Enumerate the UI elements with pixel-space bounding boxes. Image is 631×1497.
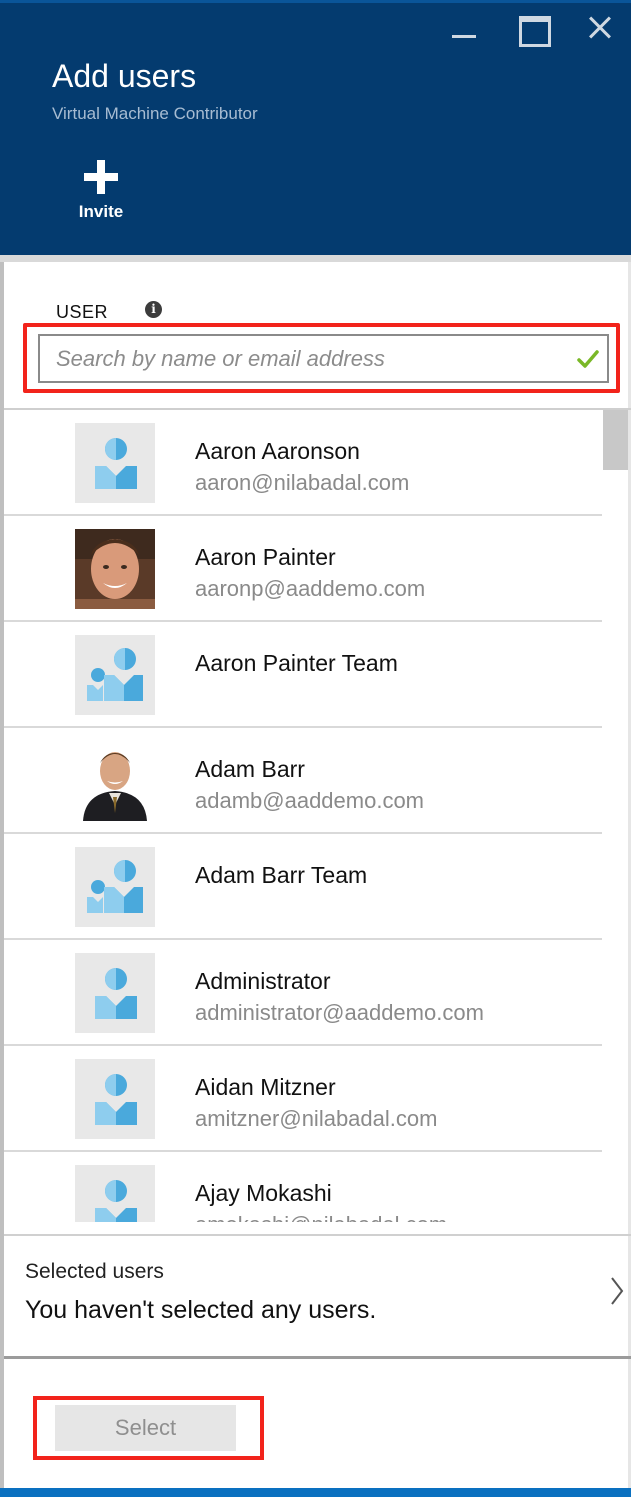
user-email: aaron@nilabadal.com	[195, 470, 410, 495]
person-icon	[75, 1059, 155, 1139]
blade-subtitle: Virtual Machine Contributor	[52, 104, 258, 123]
blade-header: Add users Virtual Machine Contributor In…	[0, 0, 631, 262]
user-name: Aidan Mitzner	[195, 1074, 336, 1100]
selected-users-title: Selected users	[25, 1260, 164, 1283]
header-top-line	[0, 0, 631, 3]
person-icon	[75, 1165, 155, 1222]
list-scrollbar[interactable]	[603, 410, 628, 470]
header-divider	[0, 255, 631, 262]
user-list[interactable]: Aaron Aaronson aaron@nilabadal.com Aaron…	[4, 410, 628, 1222]
footer-divider	[4, 1356, 631, 1359]
user-field-label: USER	[56, 302, 109, 322]
group-icon	[75, 847, 155, 927]
user-email: aaronp@aaddemo.com	[195, 576, 426, 601]
invite-label: Invite	[78, 202, 124, 221]
person-icon	[75, 423, 155, 503]
user-email: amitzner@nilabadal.com	[195, 1106, 438, 1131]
list-item[interactable]: Aaron Painter aaronp@aaddemo.com	[4, 516, 602, 622]
selected-users-section[interactable]: Selected users You haven't selected any …	[4, 1236, 628, 1356]
user-email: administrator@aaddemo.com	[195, 1000, 484, 1025]
user-name: Adam Barr	[195, 756, 305, 782]
group-icon	[75, 635, 155, 715]
maximize-icon[interactable]	[513, 12, 553, 47]
footer-bar	[0, 1488, 631, 1497]
list-item[interactable]: Ajay Mokashi amokashi@nilabadal.com	[4, 1152, 602, 1222]
user-name: Aaron Painter	[195, 544, 336, 570]
user-photo	[75, 529, 155, 609]
search-highlight	[23, 323, 620, 393]
list-item[interactable]: Adam Barr adamb@aaddemo.com	[4, 728, 602, 834]
blade-title: Add users	[52, 58, 197, 94]
user-email: adamb@aaddemo.com	[195, 788, 425, 813]
chevron-right-icon	[611, 1277, 624, 1305]
list-item[interactable]: Aidan Mitzner amitzner@nilabadal.com	[4, 1046, 602, 1152]
list-item[interactable]: Aaron Aaronson aaron@nilabadal.com	[4, 410, 602, 516]
plus-icon	[84, 160, 118, 194]
list-item[interactable]: Aaron Painter Team	[4, 622, 602, 728]
search-box	[38, 334, 609, 383]
select-button[interactable]: Select	[55, 1405, 236, 1451]
list-item[interactable]: Adam Barr Team	[4, 834, 602, 940]
user-name: Ajay Mokashi	[195, 1180, 332, 1206]
user-name: Aaron Aaronson	[195, 438, 360, 464]
minimize-icon[interactable]	[444, 12, 484, 44]
info-icon[interactable]: i	[145, 301, 162, 318]
user-photo	[75, 741, 155, 821]
user-name: Aaron Painter Team	[195, 650, 398, 676]
search-input[interactable]	[40, 336, 607, 381]
list-item[interactable]: Administrator administrator@aaddemo.com	[4, 940, 602, 1046]
user-name: Administrator	[195, 968, 331, 994]
user-name: Adam Barr Team	[195, 862, 368, 888]
user-email: amokashi@nilabadal.com	[195, 1212, 447, 1222]
person-icon	[75, 953, 155, 1033]
selected-users-value: You haven't selected any users.	[25, 1296, 377, 1324]
invite-button[interactable]: Invite	[66, 160, 136, 230]
check-icon	[577, 350, 599, 368]
select-highlight: Select	[33, 1396, 264, 1460]
close-icon[interactable]	[580, 12, 620, 44]
